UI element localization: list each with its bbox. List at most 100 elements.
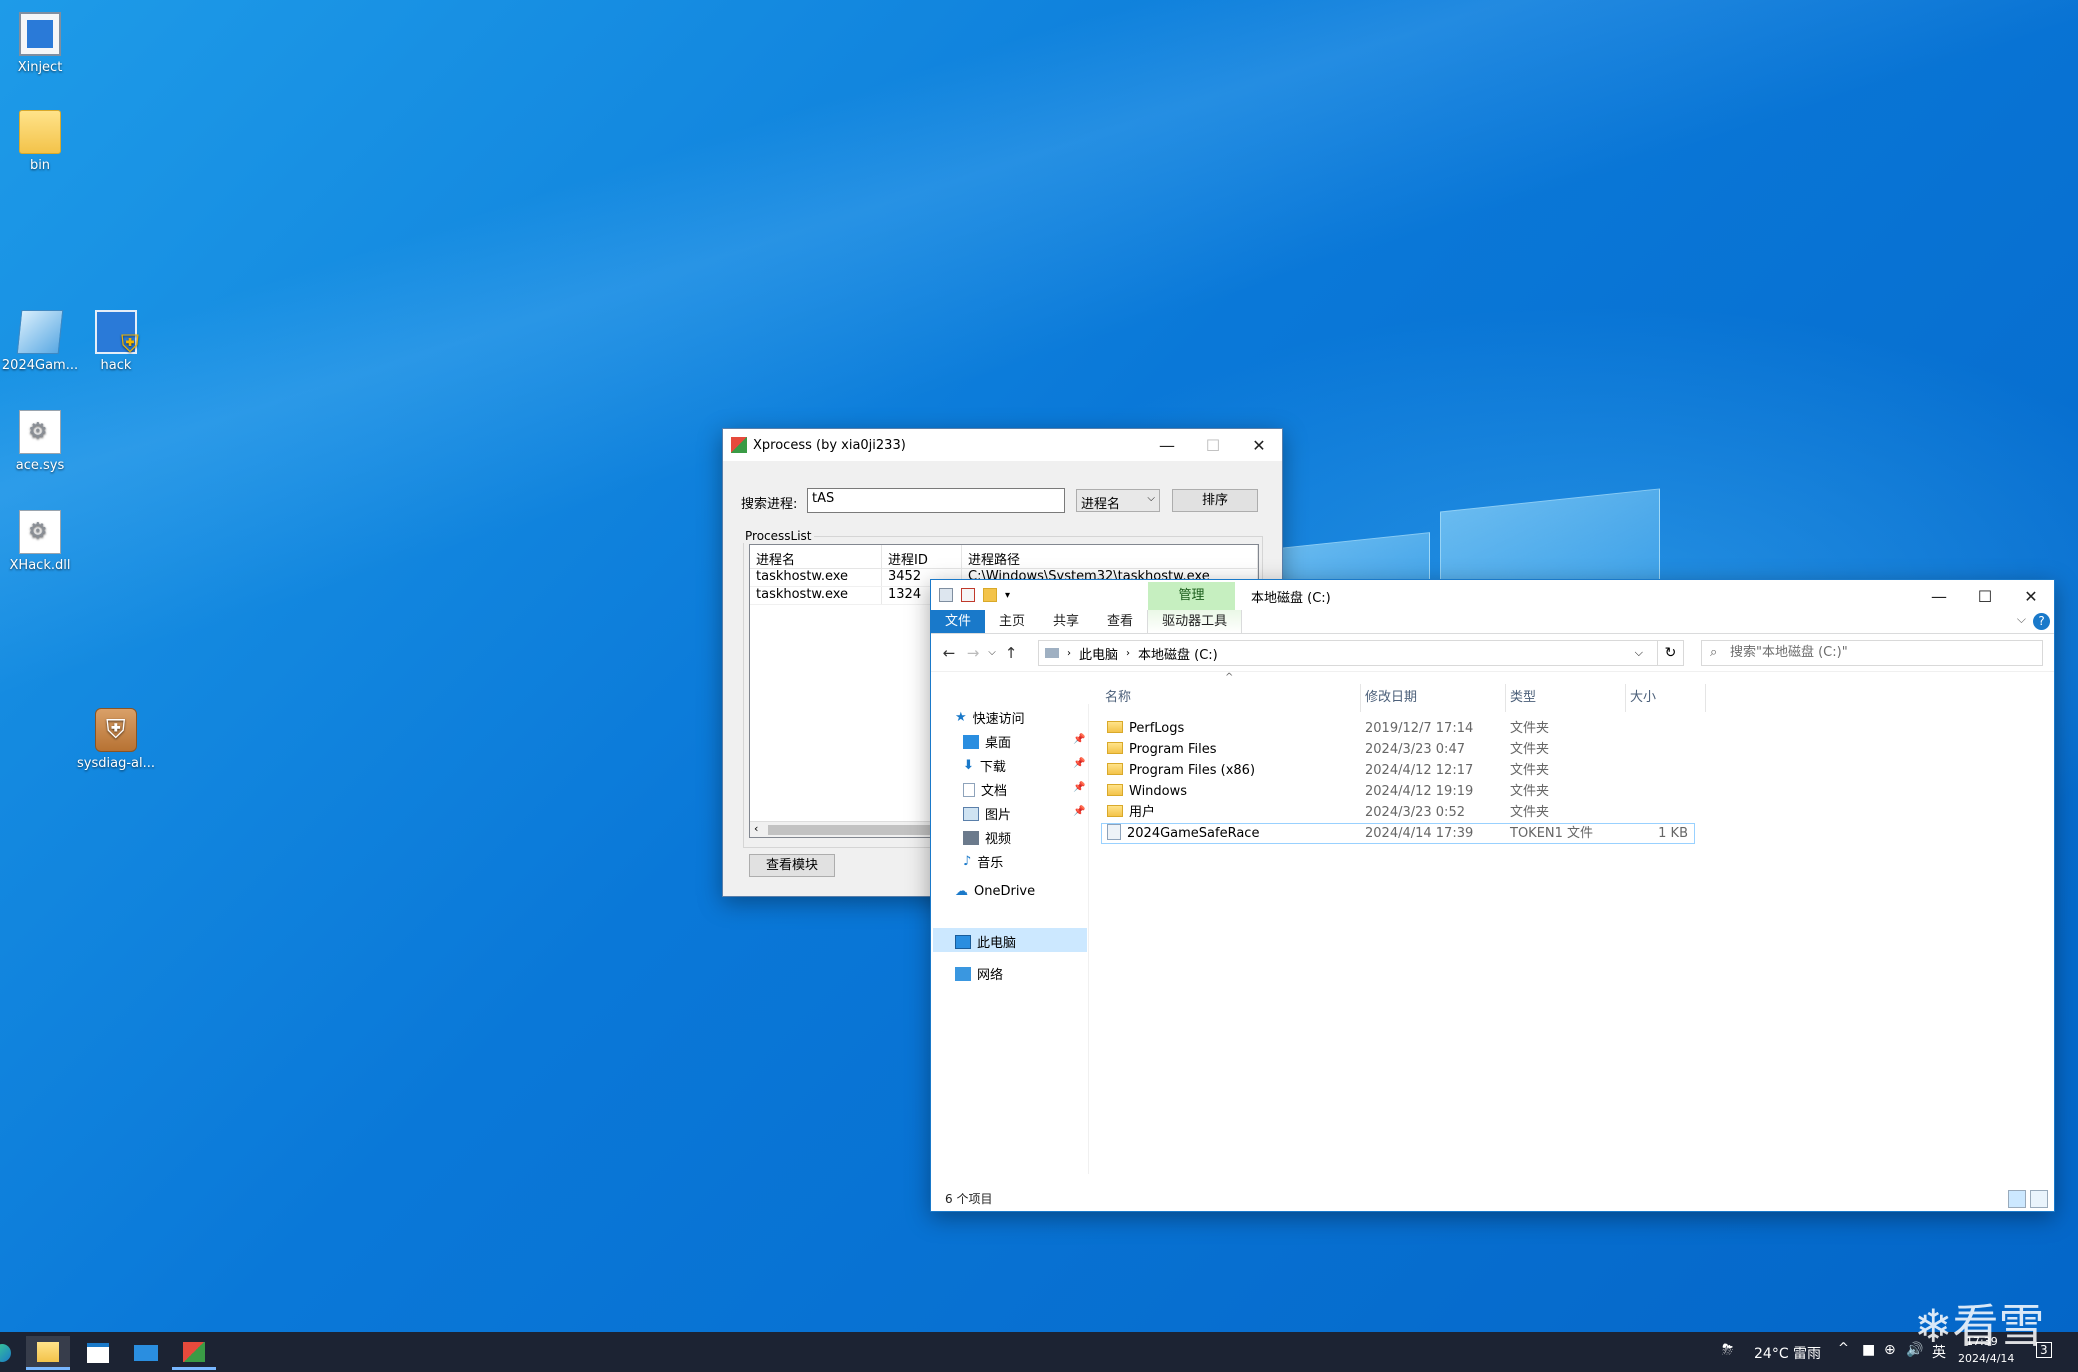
- expand-ribbon-icon[interactable]: ⌵: [2017, 612, 2026, 627]
- nav-this-pc[interactable]: 此电脑: [955, 932, 1016, 951]
- list-item[interactable]: Program Files (x86) 2024/4/12 12:17 文件夹: [1101, 760, 1695, 781]
- folder-icon: [1107, 742, 1123, 754]
- xprocess-titlebar[interactable]: Xprocess (by xia0ji233) — ☐ ✕: [723, 429, 1282, 461]
- column-date[interactable]: 修改日期: [1361, 684, 1506, 712]
- xprocess-app-icon: [731, 437, 747, 453]
- maximize-button[interactable]: ☐: [1962, 580, 2008, 612]
- large-icons-view-button[interactable]: [2030, 1190, 2048, 1208]
- snowflake-icon: ❄: [1914, 1299, 1953, 1353]
- view-module-button[interactable]: 查看模块: [749, 854, 835, 877]
- column-type[interactable]: 类型: [1506, 684, 1626, 712]
- mail-icon[interactable]: [124, 1336, 168, 1370]
- tab-file[interactable]: 文件: [931, 610, 986, 633]
- column-size[interactable]: 大小: [1626, 684, 1706, 712]
- desktop-icon-ace-sys[interactable]: ace.sys: [0, 410, 80, 473]
- defender-icon[interactable]: ■: [1862, 1342, 1875, 1358]
- navigation-bar: ← → ⌵ ↑ › 此电脑 › 本地磁盘 (C:) ⌵ ↻ ⌕ 搜索"本地磁盘 …: [931, 634, 2054, 672]
- minimize-button[interactable]: —: [1144, 429, 1190, 461]
- close-button[interactable]: ✕: [2008, 580, 2054, 612]
- column-process-path[interactable]: 进程路径: [962, 545, 1258, 568]
- nav-downloads[interactable]: ⬇ 下载: [963, 756, 1006, 775]
- tab-home[interactable]: 主页: [985, 610, 1039, 633]
- list-item[interactable]: 用户 2024/3/23 0:52 文件夹: [1101, 802, 1695, 823]
- nav-music[interactable]: ♪ 音乐: [963, 852, 1003, 871]
- edge-icon[interactable]: [0, 1336, 14, 1370]
- quick-access-toolbar: ▾: [931, 580, 1010, 610]
- new-folder-icon[interactable]: [983, 588, 997, 602]
- desktop-icon-bin[interactable]: bin: [0, 110, 80, 173]
- tab-drive-tools[interactable]: 驱动器工具: [1147, 610, 1243, 633]
- desktop-icon: [963, 734, 979, 749]
- nav-documents[interactable]: 文档: [963, 780, 1007, 799]
- file-explorer-taskbar-icon[interactable]: [26, 1336, 70, 1370]
- nav-pictures[interactable]: 图片: [963, 804, 1011, 823]
- folder-icon: [1107, 784, 1123, 796]
- help-icon[interactable]: ?: [2033, 613, 2050, 630]
- sort-up-icon: ^: [1225, 672, 1234, 683]
- scrollbar-thumb[interactable]: [768, 825, 938, 835]
- refresh-button[interactable]: ↻: [1658, 640, 1684, 666]
- maximize-button[interactable]: ☐: [1190, 429, 1236, 461]
- column-name[interactable]: 名称: [1101, 684, 1361, 712]
- tab-share[interactable]: 共享: [1039, 610, 1093, 633]
- nav-network[interactable]: 网络: [955, 964, 1003, 983]
- ribbon-tabs: 文件 主页 共享 查看 驱动器工具 ⌵ ?: [931, 610, 2054, 634]
- desktop-icon-xhack-dll[interactable]: XHack.dll: [0, 510, 80, 573]
- drive-icon: [1045, 648, 1059, 658]
- list-item[interactable]: Program Files 2024/3/23 0:47 文件夹: [1101, 739, 1695, 760]
- shield-app-icon: [95, 310, 139, 358]
- search-process-input[interactable]: tAS: [807, 488, 1065, 513]
- nav-desktop[interactable]: 桌面: [963, 732, 1011, 751]
- scroll-left-icon[interactable]: ‹: [754, 822, 758, 835]
- search-input[interactable]: ⌕ 搜索"本地磁盘 (C:)": [1701, 640, 2043, 666]
- address-bar[interactable]: › 此电脑 › 本地磁盘 (C:) ⌵: [1038, 640, 1658, 666]
- status-bar: 6 个项目: [931, 1187, 2054, 1211]
- nav-onedrive[interactable]: ☁ OneDrive: [955, 884, 1035, 899]
- desktop-icon-2024game[interactable]: 2024Gam...: [0, 310, 80, 373]
- customize-toolbar-icon[interactable]: ▾: [1005, 590, 1010, 601]
- close-button[interactable]: ✕: [1236, 429, 1282, 461]
- tab-view[interactable]: 查看: [1093, 610, 1147, 633]
- forward-arrow-icon[interactable]: →: [961, 644, 985, 662]
- minimize-button[interactable]: —: [1916, 580, 1962, 612]
- back-arrow-icon[interactable]: ←: [937, 644, 961, 662]
- navigation-pane: ★ 快速访问 桌面 📌 ⬇ 下载 📌 文档 📌 图片 📌 视频 ♪ 音乐 ☁ O…: [931, 704, 1089, 1174]
- list-item[interactable]: PerfLogs 2019/12/7 17:14 文件夹: [1101, 718, 1695, 739]
- desktop-icon-xinject[interactable]: Xinject: [0, 12, 80, 75]
- store-icon[interactable]: [76, 1336, 120, 1370]
- network-tray-icon[interactable]: ⊕: [1884, 1342, 1896, 1358]
- nav-videos[interactable]: 视频: [963, 828, 1011, 847]
- details-view-button[interactable]: [2008, 1190, 2026, 1208]
- pin-icon: 📌: [1073, 782, 1086, 793]
- properties-icon[interactable]: [961, 588, 975, 602]
- weather-text[interactable]: 24°C 雷雨: [1754, 1343, 1821, 1363]
- system-file-icon: [19, 410, 61, 454]
- column-process-id[interactable]: 进程ID: [882, 545, 962, 568]
- xprocess-taskbar-icon[interactable]: [172, 1336, 216, 1370]
- explorer-titlebar[interactable]: ▾ 管理 本地磁盘 (C:) — ☐ ✕: [931, 580, 2054, 610]
- search-icon: ⌕: [1710, 645, 1718, 660]
- breadcrumb-this-pc[interactable]: 此电脑: [1079, 644, 1118, 663]
- list-item-selected[interactable]: 2024GameSafeRace 2024/4/14 17:39 TOKEN1 …: [1101, 823, 1695, 844]
- notepad-file-icon: [16, 310, 64, 354]
- sort-button[interactable]: 排序: [1172, 489, 1258, 512]
- process-list-group-label: ProcessList: [743, 529, 814, 543]
- show-hidden-icons-icon[interactable]: ^: [1838, 1341, 1849, 1356]
- address-dropdown-icon[interactable]: ⌵: [1635, 646, 1643, 660]
- sort-field-select[interactable]: 进程名 ⌵: [1076, 489, 1160, 512]
- desktop-icon-hack[interactable]: hack: [76, 310, 156, 373]
- breadcrumb-separator-icon: ›: [1067, 647, 1071, 659]
- recent-locations-icon[interactable]: ⌵: [985, 647, 999, 658]
- list-item[interactable]: Windows 2024/4/12 19:19 文件夹: [1101, 781, 1695, 802]
- up-arrow-icon[interactable]: ↑: [999, 644, 1023, 662]
- desktop-icon-sysdiag[interactable]: sysdiag-al...: [76, 708, 156, 771]
- drive-icon: [939, 588, 953, 602]
- pin-icon: 📌: [1073, 806, 1086, 817]
- column-process-name[interactable]: 进程名: [750, 545, 882, 568]
- computer-icon: [955, 934, 971, 949]
- nav-quick-access[interactable]: ★ 快速访问: [955, 708, 1025, 727]
- explorer-window[interactable]: ▾ 管理 本地磁盘 (C:) — ☐ ✕ 文件 主页 共享 查看 驱动器工具 ⌵…: [930, 579, 2055, 1212]
- manage-context-tab: 管理: [1148, 582, 1235, 610]
- breadcrumb-drive-c[interactable]: 本地磁盘 (C:): [1138, 644, 1218, 663]
- weather-icon[interactable]: ⛈: [1722, 1342, 1733, 1358]
